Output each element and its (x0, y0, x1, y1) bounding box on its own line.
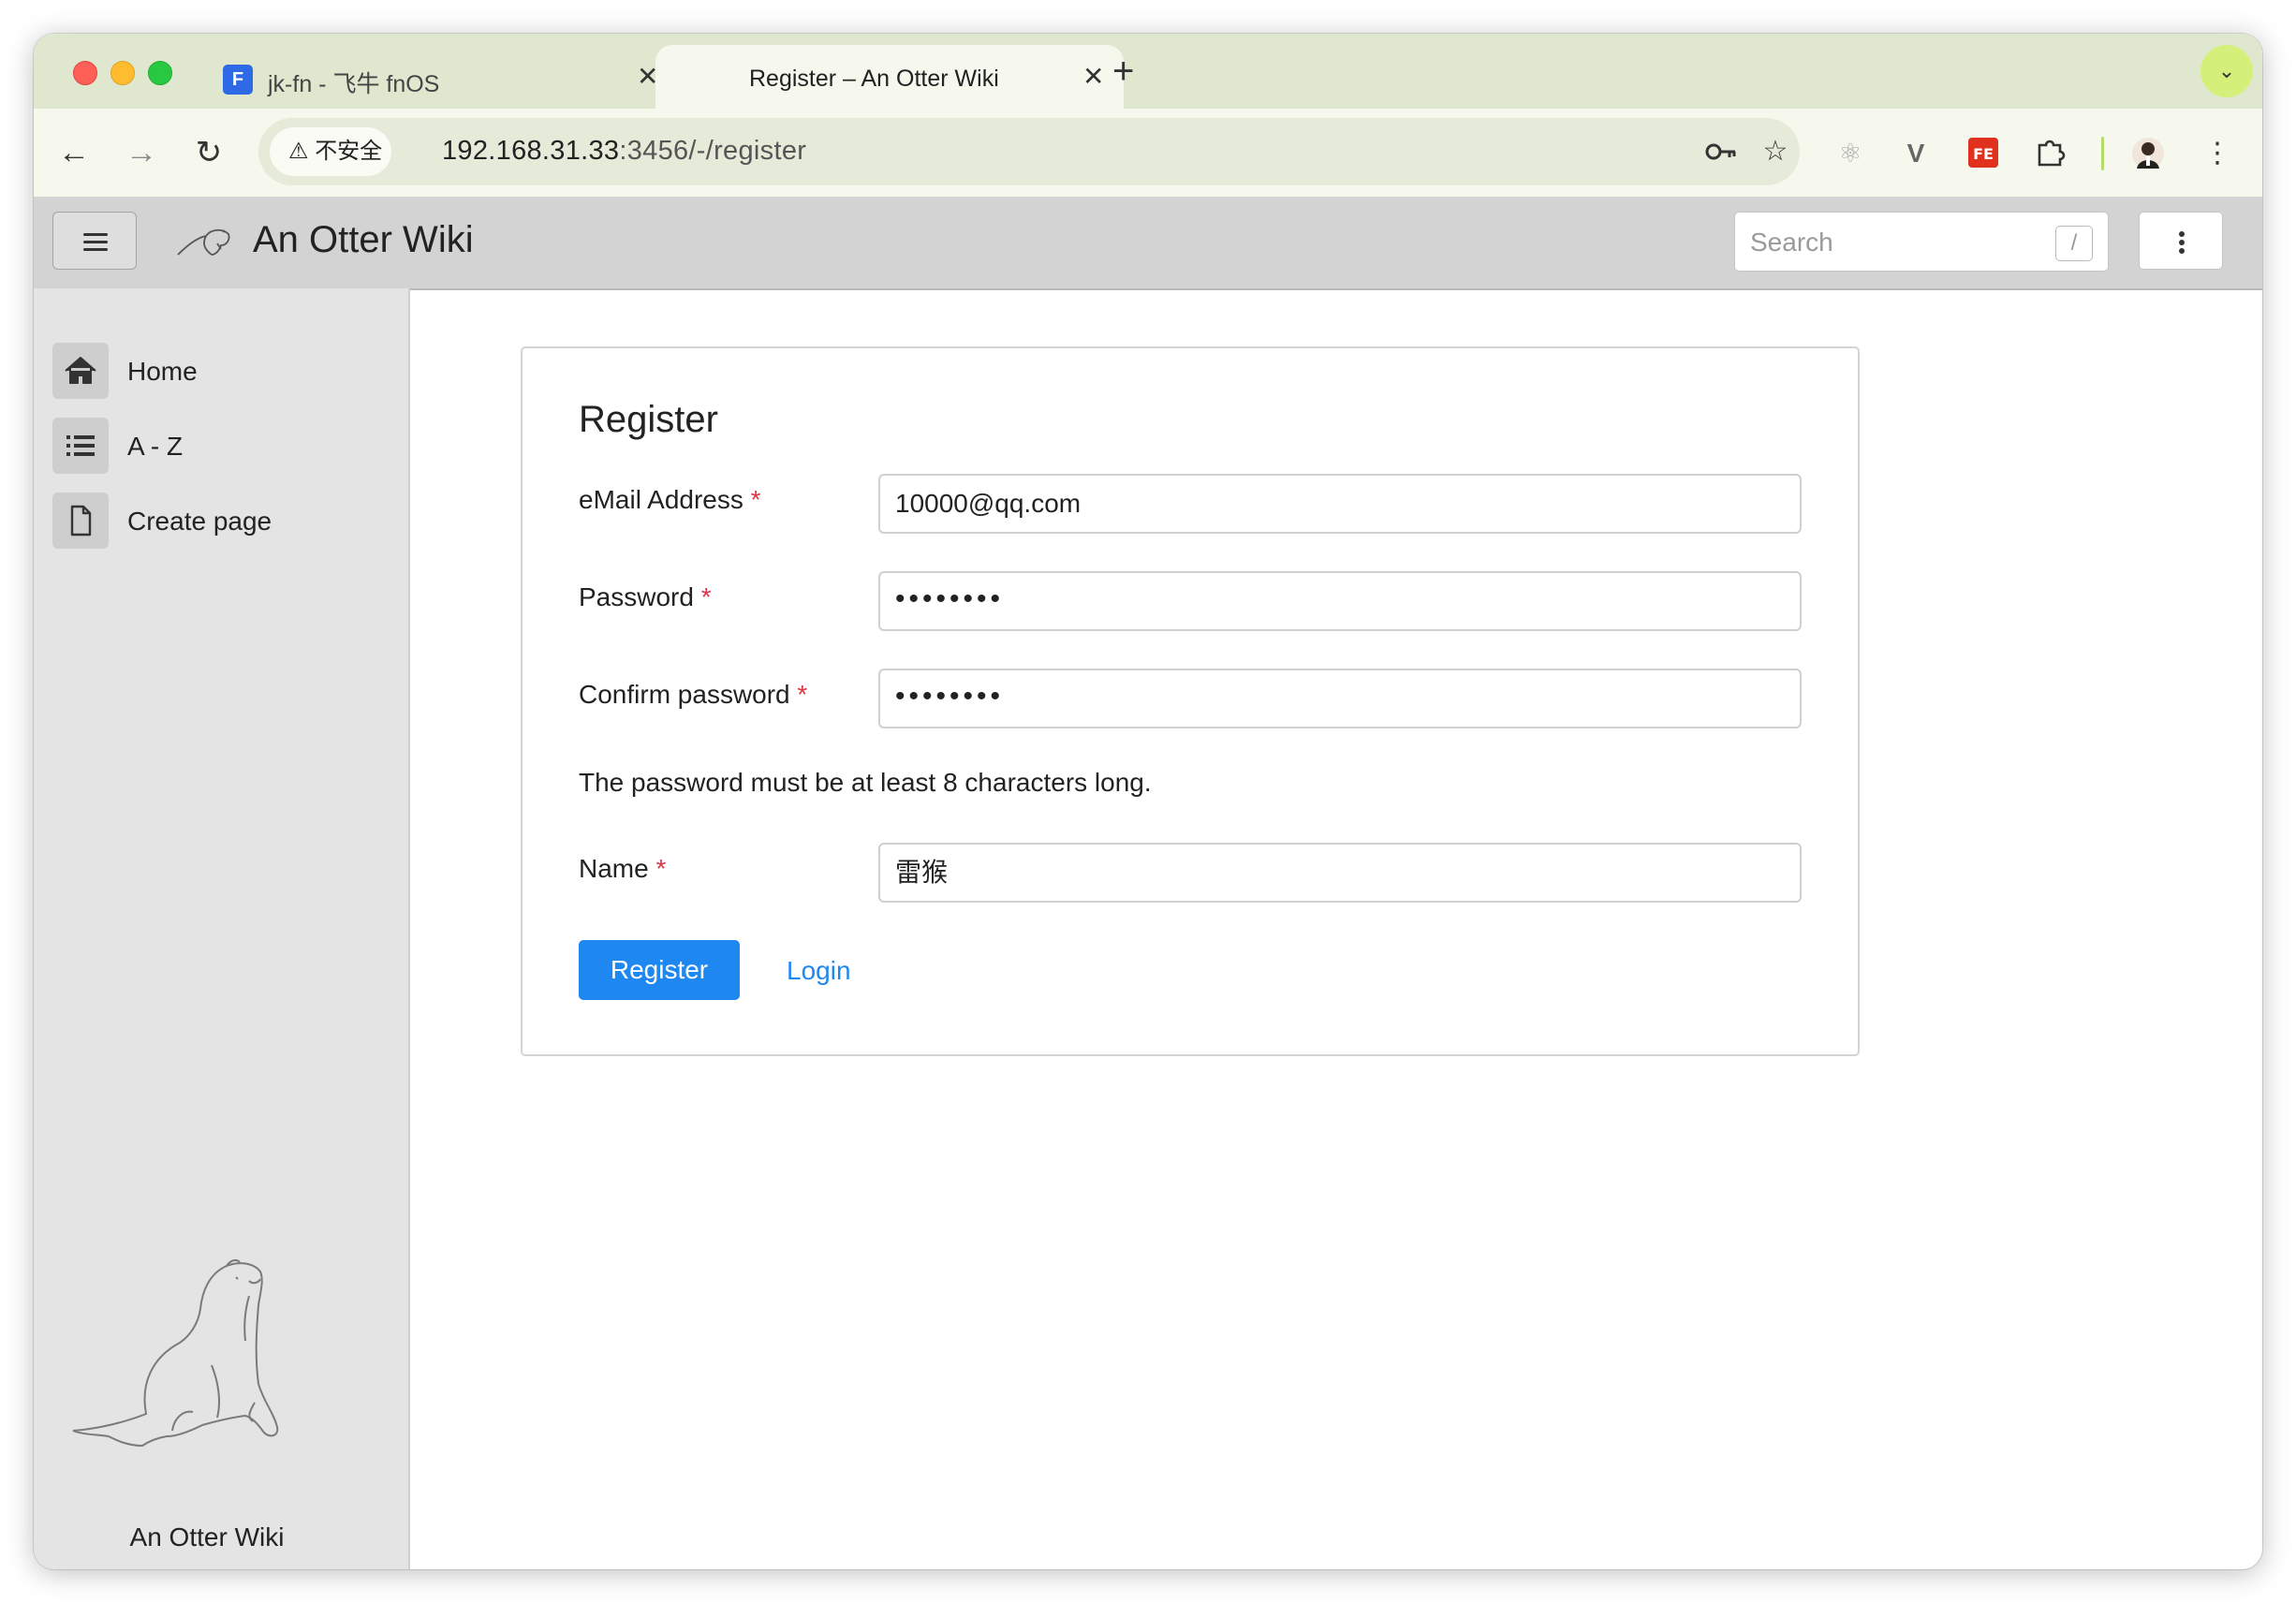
tab-register[interactable]: Register – An Otter Wiki ✕ (655, 45, 1124, 109)
svg-text:FE: FE (1973, 145, 1994, 163)
url-text[interactable]: 192.168.31.33:3456/-/register (442, 136, 806, 167)
required-mark: * (797, 680, 808, 709)
hamburger-line (83, 248, 108, 251)
back-arrow-icon[interactable]: ← (51, 129, 97, 176)
tab-search-chevron-icon[interactable]: ⌄ (2200, 45, 2253, 97)
sidebar-item-label: A - Z (127, 432, 184, 461)
confirm-password-label: Confirm password * (579, 680, 807, 710)
register-button[interactable]: Register (579, 940, 740, 1000)
name-label-text: Name (579, 854, 649, 883)
tab-title: jk-fn - 飞牛 fnOS (268, 71, 440, 97)
tab-title: Register – An Otter Wiki (749, 66, 999, 92)
browser-menu-icon[interactable]: ⋮ (2200, 137, 2234, 170)
browser-window: F jk-fn - 飞牛 fnOS ✕ Register – An Otter … (34, 34, 2262, 1569)
security-label: 不安全 (315, 139, 383, 164)
toolbar-divider (2101, 137, 2104, 170)
address-bar[interactable]: ⚠ 不安全 192.168.31.33:3456/-/register ☆ (258, 118, 1800, 185)
password-field[interactable]: •••••••• (878, 571, 1802, 631)
page-title: Register (579, 399, 718, 440)
register-card: Register eMail Address * 10000@qq.com Pa… (521, 346, 1860, 1056)
extensions-puzzle-icon[interactable] (2034, 137, 2068, 170)
password-key-icon[interactable] (1704, 135, 1738, 169)
maximize-window-button[interactable] (148, 61, 172, 85)
new-tab-button[interactable]: + (1112, 52, 1134, 90)
vertical-dots-icon (2179, 231, 2185, 237)
dot (2179, 248, 2185, 254)
required-mark: * (655, 854, 667, 883)
fnos-icon: F (223, 65, 253, 95)
close-window-button[interactable] (73, 61, 97, 85)
tab-strip: F jk-fn - 飞牛 fnOS ✕ Register – An Otter … (34, 34, 2262, 109)
name-label: Name * (579, 854, 666, 884)
home-icon (52, 343, 109, 399)
app-title[interactable]: An Otter Wiki (253, 219, 474, 261)
email-label-text: eMail Address (579, 485, 743, 514)
password-label-text: Password (579, 582, 694, 611)
minimize-window-button[interactable] (110, 61, 135, 85)
sidebar: Home A - Z Create page An Otter Wiki (34, 288, 410, 1569)
otter-illustration (72, 1258, 279, 1448)
warning-icon: ⚠ (288, 139, 309, 164)
hamburger-icon (83, 233, 108, 236)
email-label: eMail Address * (579, 485, 761, 515)
otter-logo-icon[interactable] (174, 217, 234, 262)
hamburger-line (83, 241, 108, 243)
browser-toolbar: ← → ↻ ⚠ 不安全 192.168.31.33:3456/-/registe… (34, 109, 2262, 198)
forward-arrow-icon[interactable]: → (118, 129, 165, 176)
sidebar-item-label: Home (127, 357, 198, 386)
search-box: / (1734, 212, 2109, 272)
url-host: 192.168.31.33 (442, 136, 620, 166)
password-hint: The password must be at least 8 characte… (579, 768, 1152, 797)
search-input[interactable] (1735, 213, 2061, 272)
sidebar-item-label: Create page (127, 507, 272, 536)
fe-helper-icon[interactable]: FE (1966, 137, 2000, 170)
email-field[interactable]: 10000@qq.com (878, 474, 1802, 534)
sidebar-item-create-page[interactable]: Create page (52, 493, 390, 549)
tab-jk-fn[interactable]: F jk-fn - 飞牛 fnOS ✕ (212, 47, 670, 109)
sidebar-item-a-z[interactable]: A - Z (52, 418, 390, 474)
list-icon (52, 418, 109, 474)
profile-avatar[interactable] (2131, 137, 2165, 170)
sidebar-toggle-button[interactable] (52, 212, 137, 270)
confirm-label-text: Confirm password (579, 680, 790, 709)
reload-icon[interactable]: ↻ (185, 129, 232, 176)
close-icon[interactable]: ✕ (1082, 64, 1104, 90)
login-link[interactable]: Login (787, 956, 851, 986)
dot (2179, 240, 2185, 245)
vue-devtools-icon[interactable]: V (1899, 137, 1933, 170)
password-label: Password * (579, 582, 712, 612)
more-options-button[interactable] (2139, 212, 2223, 270)
name-field[interactable]: 雷猴 (878, 843, 1802, 903)
required-mark: * (700, 582, 712, 611)
url-path: :3456/-/register (619, 136, 807, 166)
search-shortcut-hint: / (2055, 226, 2093, 261)
bookmark-star-icon[interactable]: ☆ (1759, 135, 1792, 169)
security-chip[interactable]: ⚠ 不安全 (270, 127, 391, 176)
required-mark: * (750, 485, 761, 514)
sidebar-item-home[interactable]: Home (52, 343, 390, 399)
file-icon (52, 493, 109, 549)
sidebar-footer: An Otter Wiki (129, 1522, 285, 1552)
app-header: An Otter Wiki / (34, 197, 2262, 290)
react-devtools-icon[interactable]: ⚛ (1833, 137, 1867, 170)
confirm-password-field[interactable]: •••••••• (878, 669, 1802, 728)
